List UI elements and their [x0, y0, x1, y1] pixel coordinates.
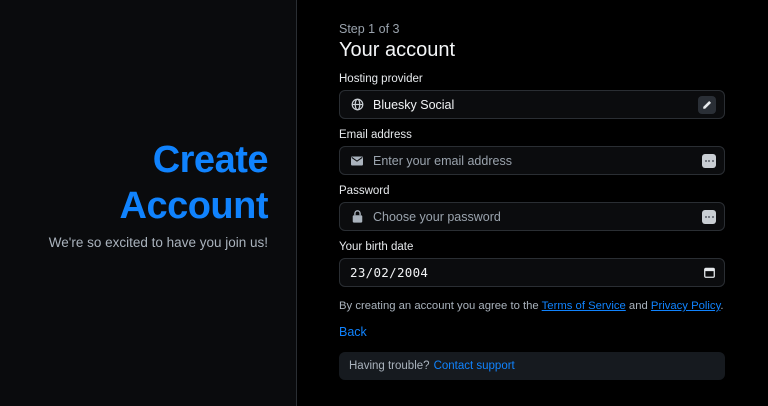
help-text: Having trouble?	[349, 360, 430, 372]
password-input[interactable]	[373, 209, 702, 224]
signup-form: Step 1 of 3 Your account Hosting provide…	[339, 22, 725, 380]
email-input[interactable]	[373, 153, 702, 168]
hero-title-line1: Create	[152, 139, 269, 181]
terms-suffix: .	[720, 300, 724, 312]
birth-date-field[interactable]	[339, 258, 725, 287]
hosting-provider-label: Hosting provider	[339, 73, 423, 85]
pencil-icon	[703, 100, 712, 109]
contact-support-link[interactable]: Contact support	[434, 360, 515, 372]
calendar-icon[interactable]	[702, 266, 716, 280]
terms-prefix: By creating an account you agree to the	[339, 300, 542, 312]
hero-title: Create Account	[120, 137, 269, 229]
step-indicator: Step 1 of 3	[339, 22, 400, 36]
help-box: Having trouble? Contact support	[339, 352, 725, 380]
autofill-menu-icon[interactable]	[702, 209, 716, 224]
terms-and: and	[625, 300, 651, 312]
password-label: Password	[339, 185, 390, 197]
terms-of-service-link[interactable]: Terms of Service	[542, 300, 626, 312]
envelope-icon	[350, 154, 364, 168]
globe-icon	[350, 98, 364, 112]
hosting-provider-value: Bluesky Social	[373, 97, 455, 112]
hero-title-line2: Account	[119, 185, 269, 227]
edit-hosting-button[interactable]	[698, 95, 716, 114]
back-button[interactable]: Back	[339, 325, 367, 339]
hero-subtitle: We're so excited to have you join us!	[48, 235, 268, 250]
birth-date-label: Your birth date	[339, 241, 414, 253]
password-field-wrapper	[339, 202, 725, 231]
hosting-provider-field[interactable]: Bluesky Social	[339, 90, 725, 119]
password-group: Password	[339, 184, 725, 231]
privacy-policy-link[interactable]: Privacy Policy	[651, 300, 720, 312]
autofill-menu-icon[interactable]	[702, 153, 716, 168]
email-field-wrapper	[339, 146, 725, 175]
lock-icon	[350, 210, 364, 224]
email-group: Email address	[339, 128, 725, 175]
terms-text: By creating an account you agree to the …	[339, 299, 724, 313]
birth-date-group: Your birth date	[339, 240, 725, 287]
hosting-provider-group: Hosting provider Bluesky Social	[339, 72, 725, 119]
hero-panel: Create Account We're so excited to have …	[0, 0, 297, 406]
email-label: Email address	[339, 129, 412, 141]
signup-page: Create Account We're so excited to have …	[0, 0, 768, 406]
form-panel: Step 1 of 3 Your account Hosting provide…	[297, 0, 768, 406]
form-title: Your account	[339, 39, 456, 61]
birth-date-input[interactable]	[350, 265, 702, 280]
